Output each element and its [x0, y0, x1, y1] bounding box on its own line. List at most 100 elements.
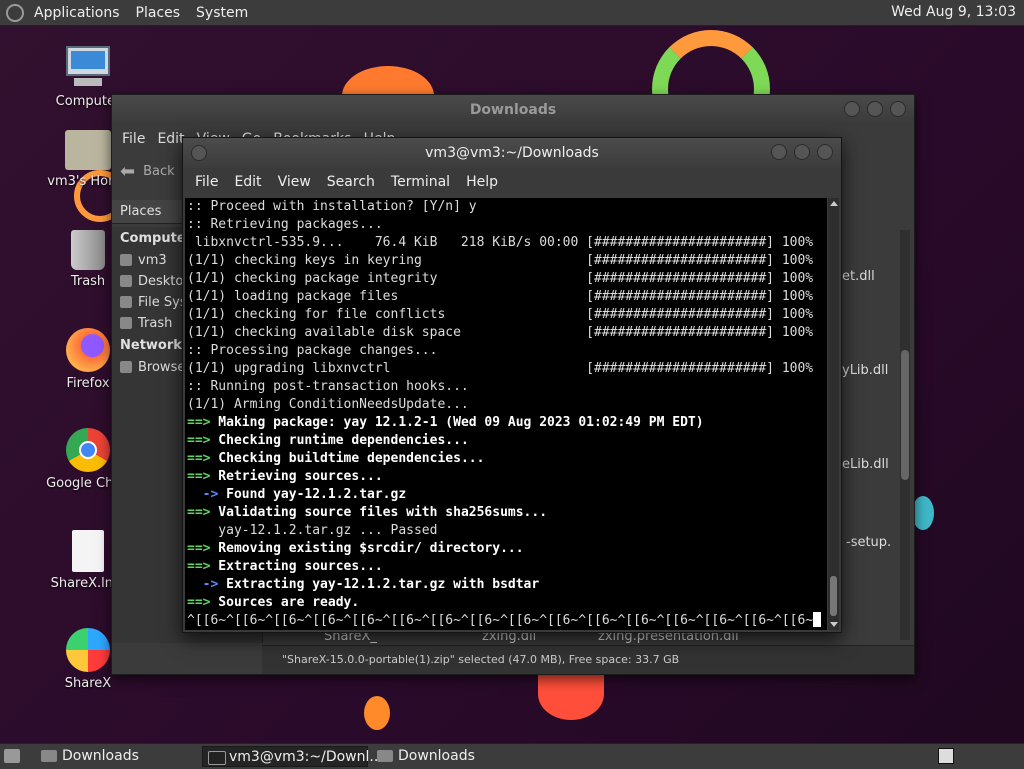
chrome-icon	[66, 428, 110, 472]
terminal-line: yay-12.1.2.tar.gz ... Passed	[185, 522, 827, 540]
distro-logo-icon[interactable]	[6, 3, 24, 22]
line-text: (1/1) checking package integrity [######…	[187, 271, 814, 286]
close-button[interactable]	[817, 144, 833, 160]
window-title: vm3@vm3:~/Downloads	[425, 145, 599, 161]
file-list-scrollbar[interactable]	[900, 230, 910, 640]
places-label: Places	[120, 204, 162, 219]
close-button[interactable]	[890, 101, 906, 117]
line-text: Checking buildtime dependencies...	[210, 451, 485, 466]
file-icon	[72, 530, 104, 572]
folder-icon	[377, 750, 393, 762]
desktop-icon	[120, 275, 132, 287]
terminal-line: ==> Validating source files with sha256s…	[185, 504, 827, 522]
terminal-line: :: Processing package changes...	[185, 342, 827, 360]
terminal-line: ==> Sources are ready.	[185, 594, 827, 612]
terminal-scrollbar[interactable]	[828, 198, 839, 630]
line-text: Extracting sources...	[210, 559, 383, 574]
clock[interactable]: Wed Aug 9, 13:03	[891, 4, 1016, 20]
terminal-line: :: Running post-transaction hooks...	[185, 378, 827, 396]
terminal-line: (1/1) loading package files [###########…	[185, 288, 827, 306]
scrollbar-thumb[interactable]	[830, 576, 837, 616]
terminal-line: (1/1) Arming ConditionNeedsUpdate...	[185, 396, 827, 414]
line-text: :: Processing package changes...	[187, 343, 438, 358]
applications-menu[interactable]: Applications	[26, 5, 128, 21]
file-item[interactable]: -setup.	[846, 535, 891, 550]
line-prefix: ==>	[187, 505, 211, 520]
line-text: Validating source files with sha256sums.…	[210, 505, 548, 520]
menu-file[interactable]: File	[116, 131, 151, 147]
system-menu[interactable]: System	[188, 5, 256, 21]
terminal-line: ==> Making package: yay 12.1.2-1 (Wed 09…	[185, 414, 827, 432]
decorative-blob	[538, 668, 604, 720]
desktop-icon-label: ShareX	[64, 676, 112, 691]
window-title: Downloads	[469, 102, 557, 118]
menu-file[interactable]: File	[187, 174, 226, 190]
top-panel: Applications Places System Wed Aug 9, 13…	[0, 0, 1024, 26]
terminal-line: ==> Retrieving sources...	[185, 468, 827, 486]
file-item[interactable]: et.dll	[842, 269, 875, 284]
terminal-output[interactable]: :: Proceed with installation? [Y/n] y:: …	[185, 198, 827, 630]
window-menu-button[interactable]	[191, 145, 207, 161]
scroll-down-icon[interactable]	[830, 622, 838, 627]
menu-search[interactable]: Search	[319, 174, 383, 190]
line-prefix: ==>	[187, 415, 211, 430]
file-manager-titlebar[interactable]: Downloads	[112, 95, 914, 125]
minimize-button[interactable]	[771, 144, 787, 160]
terminal-icon	[208, 751, 226, 765]
line-text: Found yay-12.1.2.tar.gz	[218, 487, 407, 502]
desktop-icon-label: Firefox	[66, 376, 110, 391]
network-icon	[120, 361, 132, 373]
trash-icon	[71, 230, 105, 270]
line-prefix: ==>	[187, 541, 211, 556]
maximize-button[interactable]	[794, 144, 810, 160]
file-item[interactable]: yLib.dll	[842, 363, 888, 378]
menu-edit[interactable]: Edit	[226, 174, 269, 190]
terminal-line: libxnvctrl-535.9... 76.4 KiB 218 KiB/s 0…	[185, 234, 827, 252]
taskbar-item-terminal[interactable]: vm3@vm3:~/Downl...	[202, 746, 383, 767]
back-button[interactable]: Back	[143, 164, 175, 179]
line-text: Retrieving sources...	[210, 469, 383, 484]
show-desktop-icon[interactable]	[4, 749, 20, 763]
scrollbar-thumb[interactable]	[901, 350, 909, 480]
line-text: Extracting yay-12.1.2.tar.gz with bsdtar	[218, 577, 540, 592]
file-item[interactable]: eLib.dll	[842, 457, 889, 472]
terminal-line: ==> Checking buildtime dependencies...	[185, 450, 827, 468]
line-text: Sources are ready.	[210, 595, 360, 610]
terminal-line: :: Retrieving packages...	[185, 216, 827, 234]
decorative-blob	[364, 696, 390, 730]
line-text: Checking runtime dependencies...	[210, 433, 469, 448]
line-prefix: ==>	[187, 595, 211, 610]
bottom-panel: Downloads vm3@vm3:~/Downl... Downloads	[0, 743, 1024, 769]
terminal-line: (1/1) checking package integrity [######…	[185, 270, 827, 288]
menu-terminal[interactable]: Terminal	[383, 174, 458, 190]
line-text: (1/1) upgrading libxnvctrl [############…	[187, 361, 814, 376]
taskbar-item-downloads-2[interactable]: Downloads	[372, 746, 532, 767]
line-prefix: ==>	[187, 469, 211, 484]
scroll-up-icon[interactable]	[830, 201, 838, 206]
drive-icon	[120, 296, 132, 308]
terminal-line: ==> Extracting sources...	[185, 558, 827, 576]
line-text: Making package: yay 12.1.2-1 (Wed 09 Aug…	[210, 415, 704, 430]
line-text: :: Proceed with installation? [Y/n] y	[187, 199, 477, 214]
line-text: (1/1) loading package files [###########…	[187, 289, 814, 304]
terminal-line: :: Proceed with installation? [Y/n] y	[185, 198, 827, 216]
terminal-line: ==> Removing existing $srcdir/ directory…	[185, 540, 827, 558]
menu-view[interactable]: View	[270, 174, 319, 190]
terminal-window[interactable]: vm3@vm3:~/Downloads File Edit View Searc…	[182, 137, 842, 633]
line-prefix: ==>	[187, 559, 211, 574]
maximize-button[interactable]	[867, 101, 883, 117]
menu-help[interactable]: Help	[458, 174, 506, 190]
back-arrow-icon[interactable]: ⬅	[120, 161, 135, 182]
terminal-line: ==> Checking runtime dependencies...	[185, 432, 827, 450]
terminal-titlebar[interactable]: vm3@vm3:~/Downloads	[183, 138, 841, 168]
line-text: libxnvctrl-535.9... 76.4 KiB 218 KiB/s 0…	[187, 235, 814, 250]
terminal-menubar: File Edit View Search Terminal Help	[183, 168, 841, 196]
terminal-line: (1/1) upgrading libxnvctrl [############…	[185, 360, 827, 378]
terminal-line: -> Extracting yay-12.1.2.tar.gz with bsd…	[185, 576, 827, 594]
places-menu[interactable]: Places	[128, 5, 189, 21]
minimize-button[interactable]	[844, 101, 860, 117]
firefox-icon	[66, 328, 110, 372]
taskbar-item-downloads[interactable]: Downloads	[36, 746, 196, 767]
workspace-switcher-icon[interactable]	[938, 748, 954, 764]
terminal-line: ^[[6~^[[6~^[[6~^[[6~^[[6~^[[6~^[[6~^[[6~…	[185, 612, 827, 630]
